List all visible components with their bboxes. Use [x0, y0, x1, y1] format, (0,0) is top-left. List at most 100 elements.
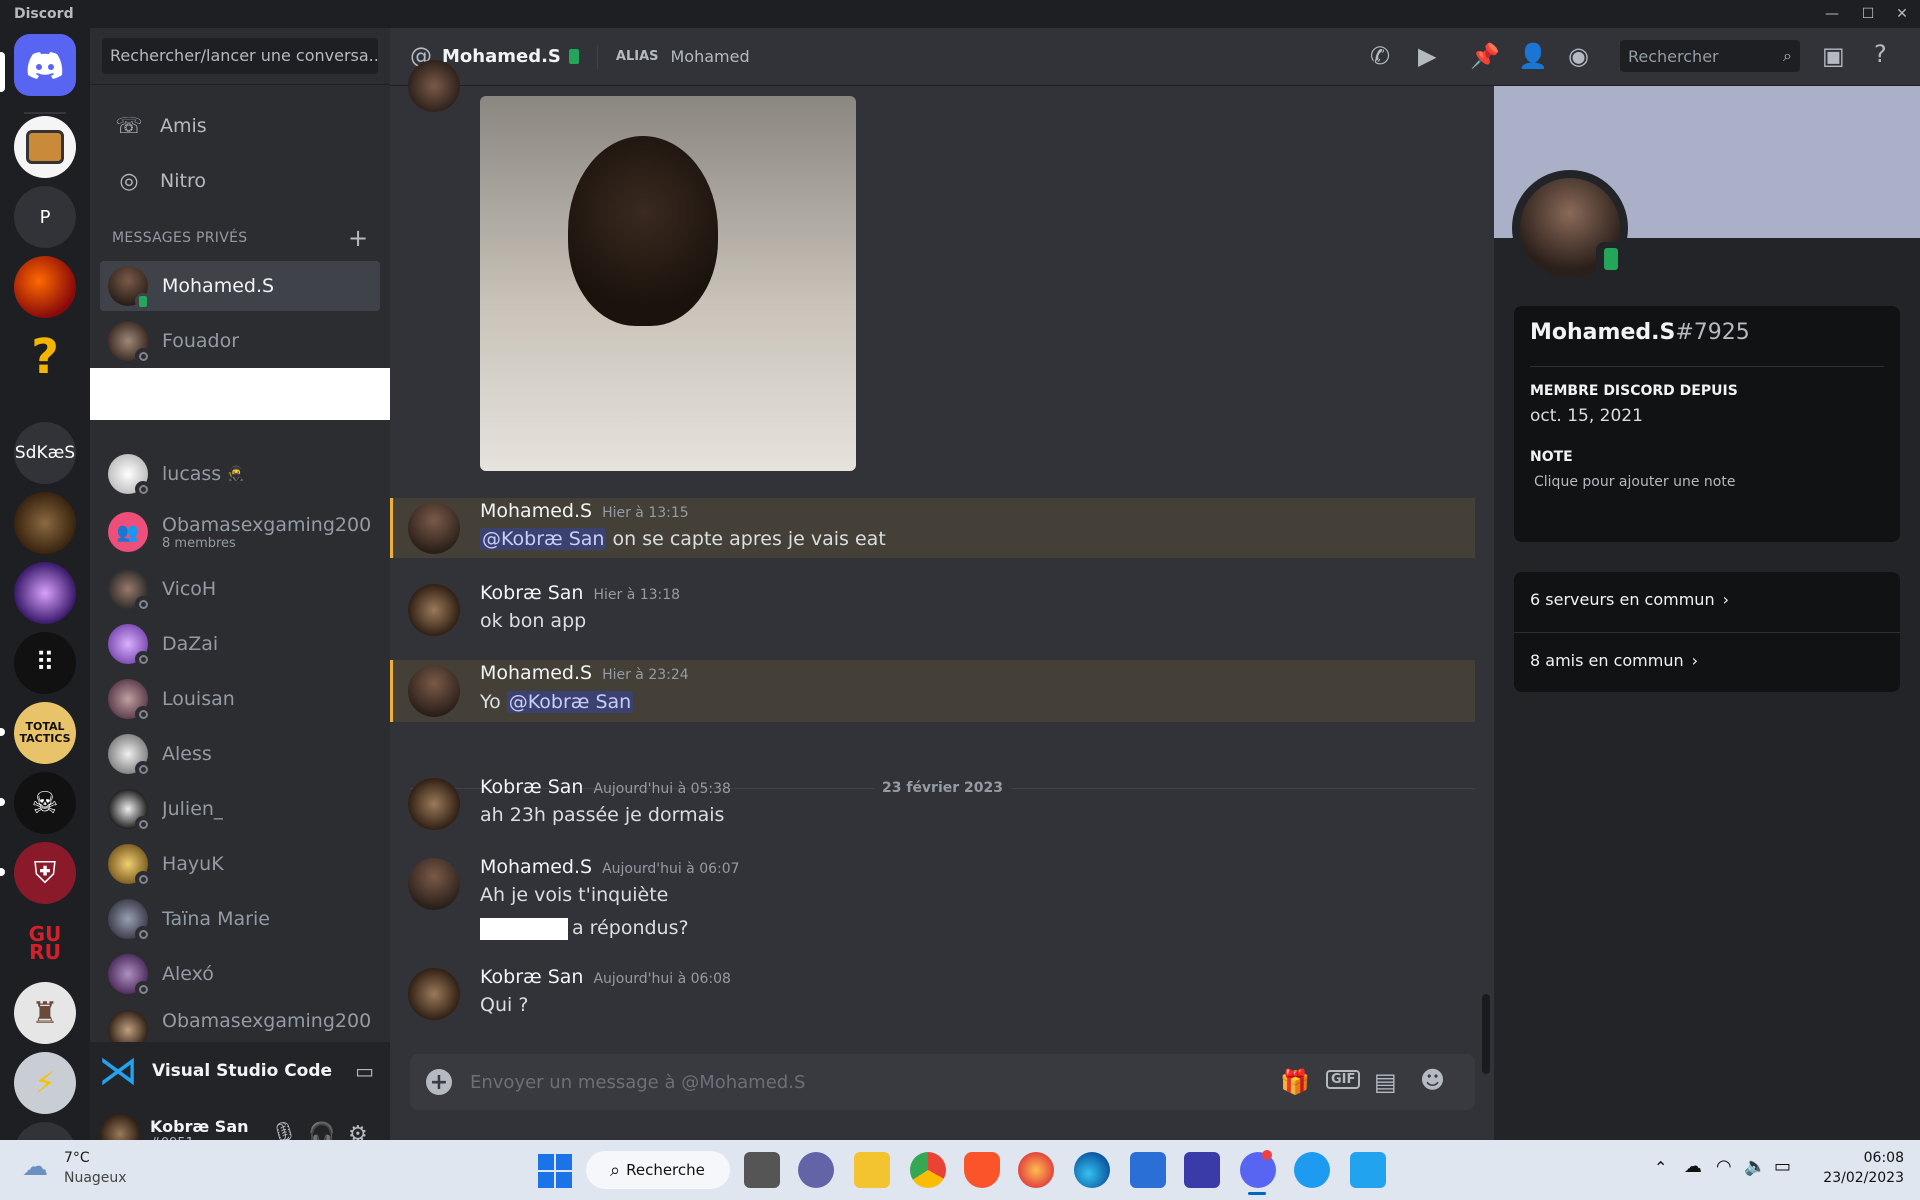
dm-item-aless[interactable]: Aless [100, 729, 380, 779]
dm-item-hayuk[interactable]: HayuK [100, 839, 380, 889]
message-author[interactable]: Kobræ San Aujourd'hui à 05:38 [480, 776, 731, 798]
user-mention[interactable]: @Kobræ San [506, 691, 634, 713]
scrollbar[interactable] [1482, 994, 1490, 1074]
friends-icon: ☏ [115, 113, 143, 139]
server-p[interactable]: P [14, 186, 76, 248]
avatar[interactable] [408, 858, 460, 910]
server-guru[interactable]: GU RU [14, 912, 76, 974]
activity-panel[interactable]: ⋊ Visual Studio Code ▭ [90, 1042, 390, 1100]
figure-server-icon[interactable]: ♜ [14, 982, 76, 1044]
dm-item-group[interactable]: 👥 Obamasexgaming200... 8 membres [100, 504, 380, 560]
dm-item-alexo[interactable]: Alexó [100, 949, 380, 999]
avatar[interactable] [408, 778, 460, 830]
message-author[interactable]: Kobræ San Hier à 13:18 [480, 582, 680, 604]
skull-icon[interactable]: ☠ [14, 772, 76, 834]
note-input[interactable]: Clique pour ajouter une note [1534, 474, 1735, 490]
avatar[interactable] [408, 502, 460, 554]
server-total-tactics[interactable]: TOTAL TACTICS [14, 702, 76, 764]
message-author[interactable]: Mohamed.S Hier à 23:24 [480, 662, 689, 684]
timestamp: Hier à 13:15 [602, 505, 689, 521]
onedrive-icon[interactable]: ☁ [1684, 1156, 1702, 1177]
video-call-icon[interactable]: ▶ [1418, 42, 1436, 70]
battery-icon[interactable]: ▭ [1774, 1156, 1791, 1177]
message-text: ah 23h passée je dormais [480, 804, 725, 826]
add-friend-icon[interactable]: 👤 [1518, 42, 1548, 70]
message-author[interactable]: Kobræ San Aujourd'hui à 06:08 [480, 966, 731, 988]
emoji-icon[interactable]: ☻ [1420, 1066, 1445, 1094]
server-sdkaes[interactable]: SdKæS [14, 422, 76, 484]
question-icon[interactable]: ? [14, 326, 76, 388]
vscode-icon: ⋊ [98, 1048, 138, 1094]
server-box[interactable] [14, 116, 76, 178]
gift-icon[interactable]: 🎁 [1280, 1068, 1310, 1096]
screen-share-icon[interactable]: ▭ [355, 1059, 374, 1083]
pattern-server-icon[interactable]: ⠿ [14, 632, 76, 694]
volume-icon[interactable]: 🔈 [1744, 1156, 1766, 1177]
windows-start-icon[interactable] [538, 1154, 572, 1188]
dm-sidebar: Rechercher/lancer une conversa... ☏ Amis … [90, 28, 390, 1168]
app-m-icon[interactable] [1184, 1152, 1220, 1188]
divider [1530, 366, 1884, 367]
taskbar-search[interactable]: ⌕ Recherche [586, 1151, 730, 1189]
dm-item-dazai[interactable]: DaZai [100, 619, 380, 669]
chat-app-icon[interactable] [798, 1152, 834, 1188]
message-input[interactable]: Envoyer un message à @Mohamed.S [470, 1072, 805, 1093]
inbox-icon[interactable]: ▣ [1822, 42, 1845, 70]
firefox-icon[interactable] [1018, 1152, 1054, 1188]
gif-button[interactable]: GIF [1326, 1070, 1361, 1089]
avatar[interactable] [408, 968, 460, 1020]
create-dm-icon[interactable]: + [348, 224, 368, 252]
dm-item-julien[interactable]: Julien_ [100, 784, 380, 834]
message-author[interactable]: Mohamed.S Hier à 13:15 [480, 500, 689, 522]
pin-icon[interactable]: 📌 [1470, 42, 1500, 70]
nav-nitro[interactable]: ◎ Nitro [100, 159, 380, 203]
user-mention[interactable]: @Kobræ San [480, 528, 607, 550]
mutual-friends-link[interactable]: 8 amis en commun › [1530, 651, 1698, 670]
purple-server-icon[interactable] [14, 562, 76, 624]
chrome-icon[interactable] [910, 1152, 946, 1188]
chat-search-input[interactable]: Rechercher ⌕ [1620, 40, 1800, 72]
fantasy-server-icon[interactable] [14, 492, 76, 554]
file-explorer-icon[interactable] [854, 1152, 890, 1188]
wifi-icon[interactable]: ◠ [1716, 1156, 1732, 1177]
minimize-icon[interactable]: — [1812, 2, 1852, 26]
storm-server-icon[interactable]: ⚡ [14, 1052, 76, 1114]
mutual-servers-link[interactable]: 6 serveurs en commun › [1530, 590, 1729, 609]
task-view-icon[interactable] [744, 1152, 780, 1188]
dm-item-obama[interactable]: Obamasexgaming2003 [100, 1004, 380, 1042]
offline-status-icon [135, 348, 151, 364]
avatar[interactable] [408, 584, 460, 636]
dm-search-input[interactable]: Rechercher/lancer une conversa... [102, 38, 378, 74]
dm-item-taina[interactable]: Taïna Marie [100, 894, 380, 944]
dm-item-fouador[interactable]: Fouador [100, 316, 380, 366]
brave-icon[interactable] [964, 1152, 1000, 1188]
docker-icon[interactable] [1294, 1152, 1330, 1188]
fire-server-icon[interactable] [14, 256, 76, 318]
avatar[interactable] [408, 665, 460, 717]
chevron-up-icon[interactable]: ⌃ [1654, 1158, 1667, 1177]
weather-desc[interactable]: Nuageux [64, 1170, 127, 1186]
clock-time[interactable]: 06:08 [1800, 1150, 1904, 1166]
shield-server-icon[interactable]: ⛨ [14, 842, 76, 904]
help-icon[interactable]: ? [1874, 40, 1887, 68]
dm-item-mohamed[interactable]: Mohamed.S [100, 261, 380, 311]
close-icon[interactable]: ✕ [1882, 2, 1920, 26]
attachment-image[interactable] [480, 96, 856, 471]
dm-item-vicoh[interactable]: VicoH [100, 564, 380, 614]
chat-header: @ Mohamed.S ALIAS Mohamed ✆ ▶ 📌 👤 ◉ Rech… [390, 28, 1920, 86]
add-attachment-icon[interactable]: + [426, 1069, 452, 1095]
clock-date[interactable]: 23/02/2023 [1800, 1170, 1904, 1186]
home-button[interactable] [14, 34, 76, 96]
store-icon[interactable] [1130, 1152, 1166, 1188]
nav-friends[interactable]: ☏ Amis [100, 104, 380, 148]
dm-item-lucass[interactable]: lucass 🥷 [100, 449, 380, 499]
vscode-taskbar-icon[interactable] [1350, 1152, 1386, 1188]
message-author[interactable]: Mohamed.S Aujourd'hui à 06:07 [480, 856, 740, 878]
sticker-icon[interactable]: ▤ [1374, 1068, 1397, 1096]
voice-call-icon[interactable]: ✆ [1370, 42, 1390, 70]
weather-temp[interactable]: 7°C [64, 1150, 90, 1166]
edge-icon[interactable] [1074, 1152, 1110, 1188]
dm-item-louisan[interactable]: Louisan [100, 674, 380, 724]
mobile-status-icon [135, 293, 151, 309]
user-profile-icon[interactable]: ◉ [1568, 42, 1589, 70]
